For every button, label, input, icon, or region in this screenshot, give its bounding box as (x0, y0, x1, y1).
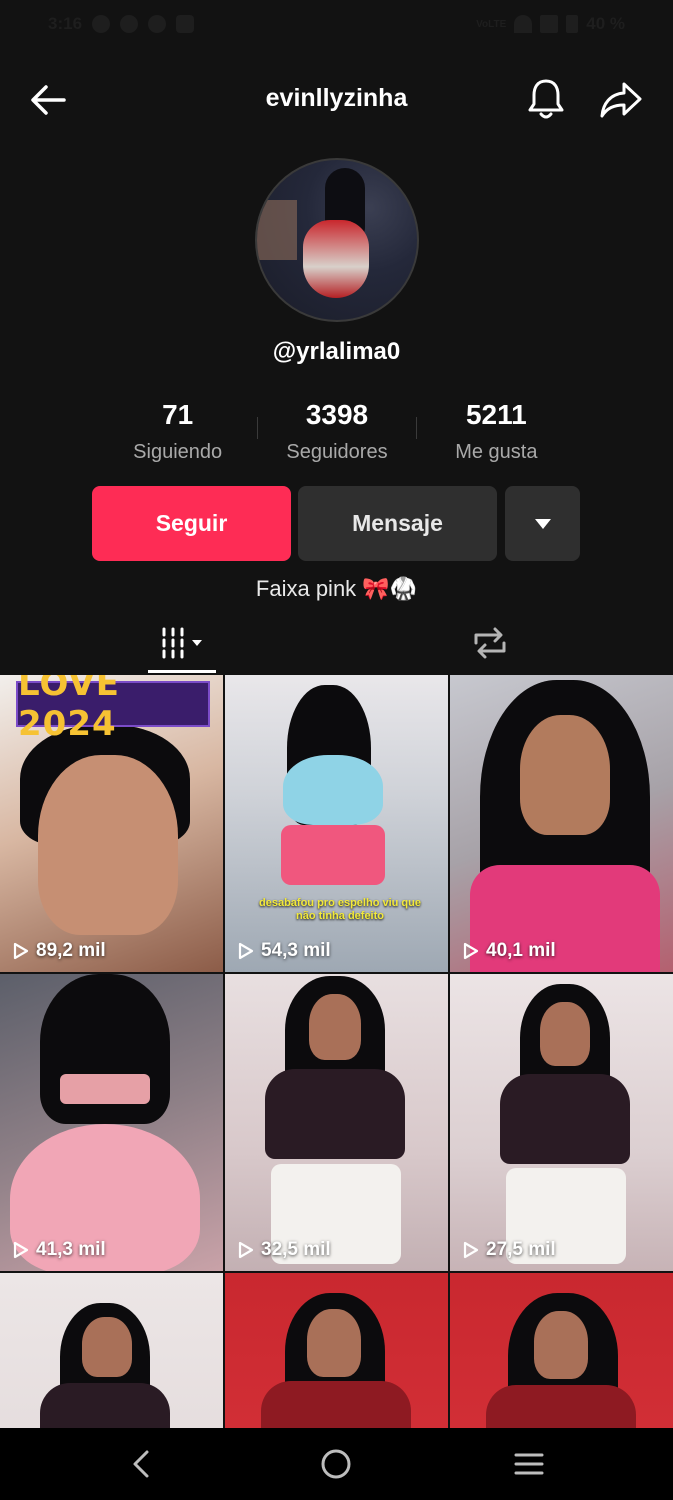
stat-label: Siguiendo (133, 441, 223, 463)
view-count-text: 32,5 mil (261, 1239, 331, 1260)
stat-value: 3398 (305, 399, 369, 430)
view-count: 27,5 mil (462, 1239, 556, 1261)
more-options-button[interactable] (505, 486, 580, 561)
view-count: 41,3 mil (12, 1239, 106, 1261)
thumbnail-face (38, 755, 178, 935)
wifi-icon (514, 15, 533, 33)
stat-value: 5211 (465, 399, 527, 430)
thumbnail-face (520, 715, 610, 835)
profile-bio: Faixa pink 🎀🥋 (255, 576, 418, 601)
thumbnail-shorts (281, 825, 385, 885)
share-button[interactable] (598, 78, 644, 122)
video-thumbnail[interactable] (450, 1273, 673, 1428)
view-count-text: 40,1 mil (486, 940, 556, 961)
repost-icon (474, 627, 506, 659)
thumbnail-top (486, 1385, 636, 1428)
messenger-icon (120, 15, 139, 33)
view-count-text: 54,3 mil (261, 940, 331, 961)
video-caption: desabafou pro espelho viu que não tinha … (259, 897, 421, 922)
status-bar: 3:16 VoLTE 40 % (0, 0, 673, 48)
video-thumbnail[interactable] (225, 1273, 448, 1428)
thumbnail-top (40, 1383, 170, 1428)
thumbnail-face (307, 1309, 361, 1377)
play-icon (238, 1241, 254, 1259)
system-back-button[interactable] (122, 1444, 162, 1484)
video-thumbnail[interactable]: LOVE 2024 89,2 mil (0, 675, 223, 972)
share-icon (600, 82, 642, 118)
stat-label: Me gusta (455, 441, 538, 463)
stat-value: 71 (162, 399, 194, 430)
video-thumbnail[interactable]: 27,5 mil (450, 974, 673, 1271)
view-count-text: 27,5 mil (486, 1239, 556, 1260)
video-thumbnail[interactable]: desabafou pro espelho viu que não tinha … (225, 675, 448, 972)
menu-lines-icon (514, 1453, 544, 1475)
video-thumbnail[interactable]: 40,1 mil (450, 675, 673, 972)
stat-divider (416, 417, 417, 439)
caret-down-icon (534, 518, 551, 529)
follow-button[interactable]: Seguir (92, 486, 291, 561)
love-2024-overlay: LOVE 2024 (16, 675, 210, 744)
chevron-left-icon (133, 1450, 149, 1478)
battery-percent: 40 % (586, 14, 625, 33)
whatsapp-icon (92, 15, 111, 33)
thumbnail-top (261, 1381, 411, 1428)
play-icon (13, 942, 29, 960)
top-bar: evinllyzinha (0, 64, 673, 134)
thumbnail-face (534, 1311, 588, 1379)
profile-avatar[interactable] (255, 158, 419, 322)
profile-username: evinllyzinha (265, 84, 408, 112)
stat-following[interactable]: 71 Siguiendo (98, 395, 257, 475)
play-icon (463, 942, 479, 960)
tab-videos[interactable] (150, 620, 216, 666)
thumbnail-face (540, 1002, 590, 1066)
status-time: 3:16 (48, 14, 83, 33)
video-thumbnail[interactable]: 41,3 mil (0, 974, 223, 1271)
youtube-icon (176, 15, 195, 33)
stat-followers[interactable]: 3398 Seguidores (257, 395, 416, 475)
play-icon (238, 942, 254, 960)
avatar-figure-body (303, 220, 369, 298)
messenger-icon (148, 15, 167, 33)
bell-icon (528, 79, 564, 119)
signal-icon (540, 15, 559, 33)
stat-label: Seguidores (286, 441, 388, 463)
view-count: 54,3 mil (237, 940, 331, 962)
thumbnail-top (60, 1074, 150, 1104)
play-icon (463, 1241, 479, 1259)
profile-handle: @yrlalima0 (272, 338, 401, 365)
grid-icon (162, 627, 202, 659)
thumbnail-top (500, 1074, 630, 1164)
profile-tabs (0, 612, 673, 674)
thumbnail-face (309, 994, 361, 1060)
thumbnail-face (82, 1317, 132, 1377)
active-tab-indicator (148, 670, 216, 673)
thumbnail-figure (283, 755, 383, 825)
view-count: 32,5 mil (237, 1239, 331, 1261)
stat-divider (257, 417, 258, 439)
view-count-text: 41,3 mil (36, 1239, 106, 1260)
video-thumbnail[interactable]: 32,5 mil (225, 974, 448, 1271)
tab-reposts[interactable] (462, 620, 518, 666)
avatar-background (257, 200, 297, 260)
message-button[interactable]: Mensaje (298, 486, 497, 561)
home-circle-icon (321, 1449, 351, 1479)
view-count: 89,2 mil (12, 940, 106, 962)
stat-likes[interactable]: 5211 Me gusta (417, 395, 576, 475)
system-recents-button[interactable] (509, 1444, 549, 1484)
video-thumbnail[interactable] (0, 1273, 223, 1428)
video-grid: LOVE 2024 89,2 mil desabafou pro espelho… (0, 675, 673, 1428)
thumbnail-top (265, 1069, 405, 1159)
view-count-text: 89,2 mil (36, 940, 106, 961)
battery-icon (566, 15, 579, 33)
system-nav-bar (0, 1428, 673, 1500)
system-home-button[interactable] (316, 1444, 356, 1484)
network-label: VoLTE (476, 18, 507, 30)
play-icon (13, 1241, 29, 1259)
notifications-button[interactable] (524, 76, 568, 122)
profile-stats: 71 Siguiendo 3398 Seguidores 5211 Me gus… (98, 395, 576, 475)
view-count: 40,1 mil (462, 940, 556, 962)
